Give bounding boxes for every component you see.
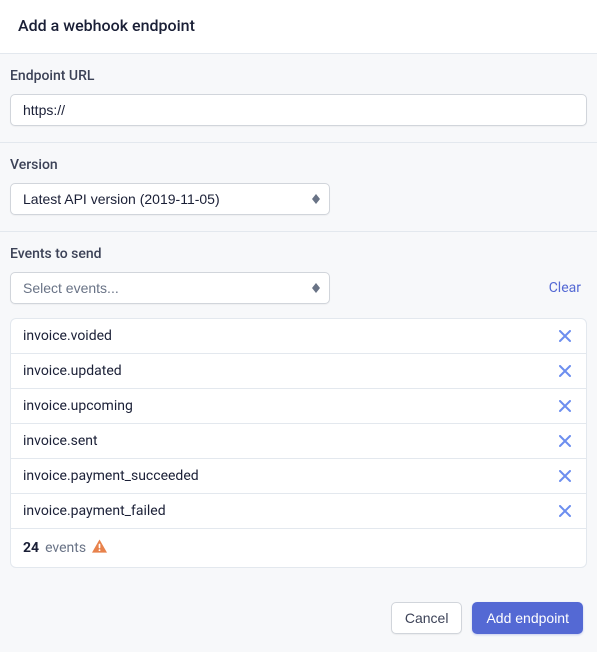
events-label: Events to send xyxy=(10,246,587,262)
event-name: invoice.payment_succeeded xyxy=(23,468,199,484)
event-row: invoice.voided xyxy=(11,319,586,354)
event-name: invoice.upcoming xyxy=(23,398,133,414)
endpoint-url-label: Endpoint URL xyxy=(10,68,587,84)
endpoint-url-section: Endpoint URL xyxy=(0,54,597,143)
remove-event-button[interactable] xyxy=(556,502,574,520)
events-summary-row: 24 events xyxy=(11,529,586,567)
close-icon xyxy=(559,400,571,412)
close-icon xyxy=(559,330,571,342)
remove-event-button[interactable] xyxy=(556,397,574,415)
version-select[interactable]: Latest API version (2019-11-05) xyxy=(10,183,330,215)
event-row: invoice.updated xyxy=(11,354,586,389)
event-row: invoice.sent xyxy=(11,424,586,459)
event-name: invoice.voided xyxy=(23,328,112,344)
event-name: invoice.updated xyxy=(23,363,122,379)
close-icon xyxy=(559,470,571,482)
remove-event-button[interactable] xyxy=(556,467,574,485)
selected-events-list: invoice.voided invoice.updated invoice.u… xyxy=(10,318,587,568)
remove-event-button[interactable] xyxy=(556,432,574,450)
event-name: invoice.payment_failed xyxy=(23,503,166,519)
cancel-button[interactable]: Cancel xyxy=(391,602,463,634)
event-row: invoice.payment_succeeded xyxy=(11,459,586,494)
remove-event-button[interactable] xyxy=(556,327,574,345)
remove-event-button[interactable] xyxy=(556,362,574,380)
dialog-footer: Cancel Add endpoint xyxy=(0,584,597,652)
clear-events-link[interactable]: Clear xyxy=(549,280,581,296)
events-count: 24 xyxy=(23,540,39,556)
endpoint-url-input[interactable] xyxy=(10,94,587,126)
event-name: invoice.sent xyxy=(23,433,98,449)
dialog-title: Add a webhook endpoint xyxy=(0,0,597,54)
add-endpoint-button[interactable]: Add endpoint xyxy=(472,602,583,634)
version-label: Version xyxy=(10,157,587,173)
warning-icon xyxy=(92,539,107,557)
add-webhook-dialog: Add a webhook endpoint Endpoint URL Vers… xyxy=(0,0,597,652)
close-icon xyxy=(559,505,571,517)
event-row: invoice.upcoming xyxy=(11,389,586,424)
close-icon xyxy=(559,365,571,377)
close-icon xyxy=(559,435,571,447)
version-section: Version Latest API version (2019-11-05) xyxy=(0,143,597,232)
events-section: Events to send Select events... Clear in… xyxy=(0,232,597,584)
event-row: invoice.payment_failed xyxy=(11,494,586,529)
events-select[interactable]: Select events... xyxy=(10,272,330,304)
events-count-label: events xyxy=(45,540,86,556)
